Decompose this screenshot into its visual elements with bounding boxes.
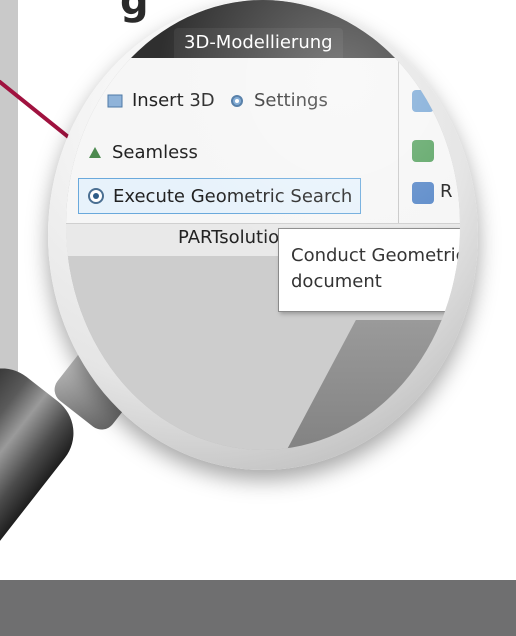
- execute-geometric-search-label: Execute Geometric Search: [113, 185, 353, 207]
- ribbon-icon-2[interactable]: [412, 140, 434, 162]
- ribbon-icon-1[interactable]: [412, 90, 434, 112]
- group-separator: [398, 58, 399, 228]
- tooltip-line-1: Conduct Geometric: [291, 245, 460, 266]
- ribbon-icon-3[interactable]: [412, 182, 434, 204]
- magnifier-lens: 3D-Modellierung Insert 3D Settings Seaml…: [66, 0, 460, 450]
- ribbon-tab-bar: 3D-Modellierung: [66, 0, 460, 58]
- tooltip: Conduct Geometric document: [278, 228, 460, 312]
- insert-3d-label: Insert 3D: [132, 90, 215, 111]
- bottom-band: [0, 580, 516, 636]
- settings-label: Settings: [254, 90, 328, 111]
- execute-geometric-search-button[interactable]: Execute Geometric Search: [78, 178, 362, 214]
- tab-3d-modellierung[interactable]: 3D-Modellierung: [174, 28, 343, 58]
- gear-icon: [228, 92, 246, 110]
- tooltip-line-2: document: [291, 271, 382, 292]
- settings-button[interactable]: Settings: [228, 90, 328, 111]
- insert-3d-icon: [106, 92, 124, 110]
- insert-3d-button[interactable]: Insert 3D: [106, 90, 215, 111]
- radio-target-icon: [87, 187, 105, 205]
- illustration: g 3D-Modellierung Insert 3D Settings: [0, 0, 516, 580]
- seamless-icon: [86, 144, 104, 162]
- ribbon-item-partial-label: R: [440, 181, 453, 202]
- seamless-button[interactable]: Seamless: [86, 142, 198, 163]
- seamless-label: Seamless: [112, 142, 198, 163]
